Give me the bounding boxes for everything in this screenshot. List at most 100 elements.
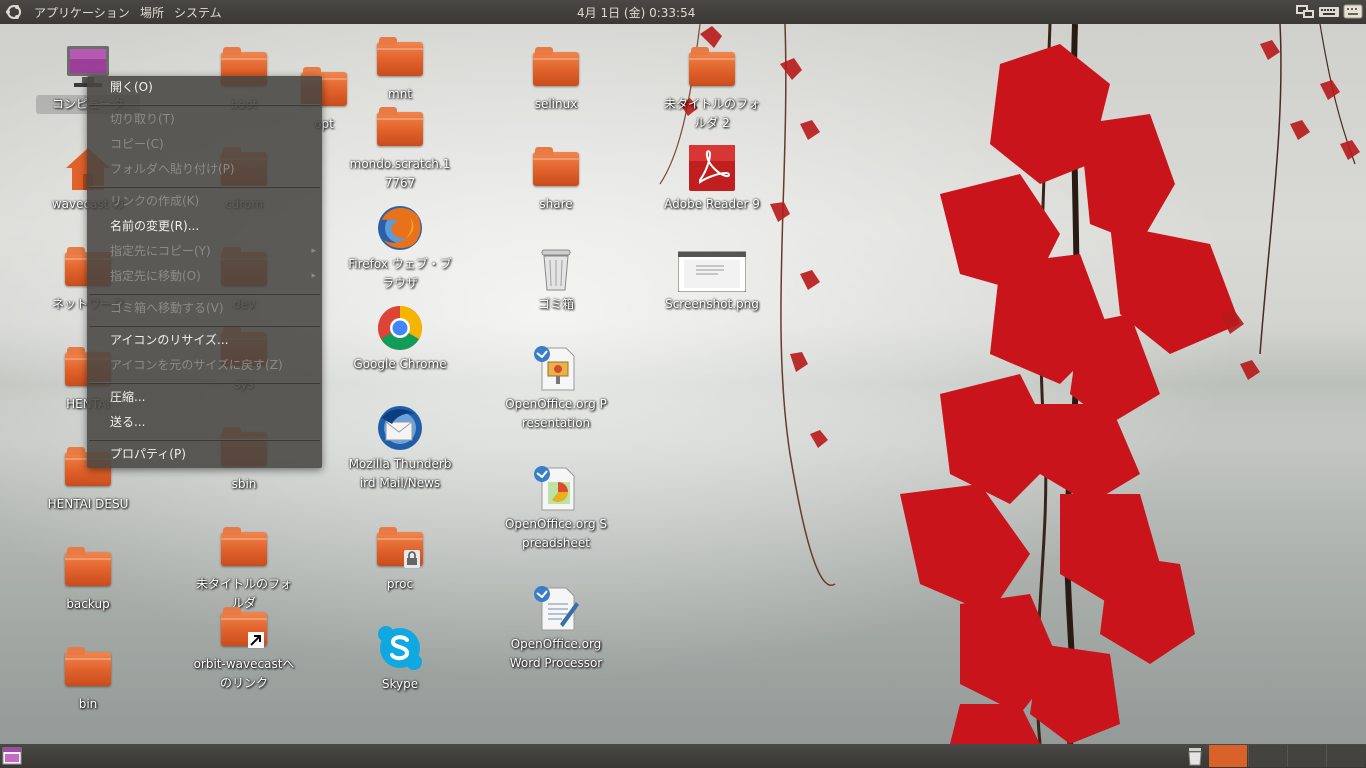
icon-label: Firefox ウェブ・ブラウザ — [348, 257, 452, 290]
spreadsheet-document-icon — [534, 466, 575, 511]
icon-label: backup — [66, 597, 110, 611]
desktop-icon-backup[interactable]: backup — [36, 544, 140, 614]
icon-label: share — [539, 197, 573, 211]
desktop-icon-proc[interactable]: proc — [348, 524, 452, 594]
menu-item-restore-icon-size[interactable]: アイコンを元のサイズに戻す(Z) — [87, 354, 322, 376]
desktop-icon-thunderbird[interactable]: Mozilla Thunderbird Mail/News — [348, 404, 452, 493]
icon-label: Adobe Reader 9 — [664, 197, 760, 211]
desktop-icon-orbit-link[interactable]: orbit-wavecastへのリンク — [192, 604, 296, 693]
menu-places[interactable]: 場所 — [140, 4, 164, 21]
menu-item-rename[interactable]: 名前の変更(R)... — [87, 215, 322, 237]
thunderbird-icon — [378, 406, 422, 450]
desktop-icon-oo-presentation[interactable]: OpenOffice.org Presentation — [504, 344, 608, 433]
folder-icon — [377, 107, 423, 146]
icon-label: selinux — [534, 97, 578, 111]
text-document-icon — [534, 586, 579, 631]
submenu-arrow-icon: ▸ — [311, 246, 316, 256]
icon-label: proc — [386, 577, 414, 591]
keyboard-icon[interactable] — [1319, 3, 1339, 20]
icon-label: sbin — [231, 477, 257, 491]
context-menu: 開く(O) 切り取り(T) コピー(C) フォルダへ貼り付け(P) リンクの作成… — [87, 76, 322, 468]
workspace-1[interactable] — [1209, 745, 1247, 767]
workspace-2[interactable] — [1248, 745, 1287, 767]
menu-item-copy-to[interactable]: 指定先にコピー(Y) ▸ — [87, 240, 322, 262]
desktop-icon-share[interactable]: share — [504, 144, 608, 214]
menu-item-move-to-trash[interactable]: ゴミ箱へ移動する(V) — [87, 297, 322, 319]
folder-icon — [689, 47, 735, 86]
menu-separator — [89, 325, 320, 327]
show-desktop-icon[interactable] — [2, 746, 22, 766]
skype-icon — [378, 626, 422, 670]
icon-label: mondo.scratch.17767 — [349, 157, 451, 190]
desktop-icon-trash[interactable]: ゴミ箱 — [504, 244, 608, 314]
desktop-icon-oo-word[interactable]: OpenOffice.org Word Processor — [504, 584, 608, 673]
input-method-icon[interactable] — [1343, 3, 1363, 20]
menu-applications[interactable]: アプリケーション — [34, 4, 130, 21]
link-arrow-icon — [248, 632, 264, 648]
desktop-icon-oo-spreadsheet[interactable]: OpenOffice.org Spreadsheet — [504, 464, 608, 553]
submenu-arrow-icon: ▸ — [311, 271, 316, 281]
folder-icon — [65, 547, 111, 586]
chrome-icon — [378, 306, 422, 350]
workspace-3[interactable] — [1287, 745, 1326, 767]
firefox-icon — [378, 206, 422, 250]
folder-icon — [65, 647, 111, 686]
desktop-icon-google-chrome[interactable]: Google Chrome — [348, 304, 452, 374]
desktop-icon-firefox[interactable]: Firefox ウェブ・ブラウザ — [348, 204, 452, 293]
menu-item-open[interactable]: 開く(O) — [87, 76, 322, 98]
icon-label: ゴミ箱 — [537, 297, 574, 311]
menu-item-copy[interactable]: コピー(C) — [87, 133, 322, 155]
icon-label: Google Chrome — [353, 357, 447, 371]
icon-label: HENTAI DESU — [47, 497, 129, 511]
menu-item-resize-icon[interactable]: アイコンのリサイズ... — [87, 329, 322, 351]
menu-item-make-link[interactable]: リンクの作成(K) — [87, 190, 322, 212]
folder-icon — [221, 527, 267, 566]
desktop-icon-bin[interactable]: bin — [36, 644, 140, 714]
icon-label: OpenOffice.org Presentation — [505, 397, 607, 430]
icon-label: OpenOffice.org Spreadsheet — [504, 517, 607, 550]
menu-separator — [89, 186, 320, 188]
bottom-panel — [0, 744, 1366, 768]
icon-label: bin — [78, 697, 98, 711]
icon-label: Screenshot.png — [665, 297, 759, 311]
menu-item-move-to[interactable]: 指定先に移動(O) ▸ — [87, 265, 322, 287]
menu-item-properties[interactable]: プロパティ(P) — [87, 443, 322, 465]
menu-separator — [89, 293, 320, 295]
lock-icon — [404, 550, 420, 568]
desktop-icon-adobe-reader[interactable]: Adobe Reader 9 — [660, 144, 764, 214]
top-panel: アプリケーション 場所 システム 4月 1日 (金) 0:33:54 — [0, 0, 1366, 24]
trash-applet-icon[interactable] — [1185, 746, 1205, 766]
adobe-reader-icon — [689, 145, 735, 191]
desktop-icon-skype[interactable]: Skype — [348, 624, 452, 694]
desktop-icon-selinux[interactable]: selinux — [504, 44, 608, 114]
trash-icon — [541, 249, 571, 291]
presentation-document-icon — [534, 346, 575, 391]
folder-icon — [533, 47, 579, 86]
desktop-icon-untitled-folder[interactable]: 未タイトルのフォルダ — [192, 524, 296, 613]
menu-separator — [89, 382, 320, 384]
clock[interactable]: 4月 1日 (金) 0:33:54 — [577, 4, 695, 21]
menu-item-label: 指定先にコピー(Y) — [110, 244, 211, 258]
icon-label: 未タイトルのフォルダ 2 — [663, 97, 760, 130]
menu-separator — [89, 104, 320, 106]
folder-icon — [533, 147, 579, 186]
menu-item-send-to[interactable]: 送る... — [87, 411, 322, 433]
icon-label: orbit-wavecastへのリンク — [193, 657, 295, 690]
network-icon[interactable] — [1295, 3, 1315, 20]
image-thumbnail-icon — [677, 251, 747, 293]
menu-item-cut[interactable]: 切り取り(T) — [87, 108, 322, 130]
icon-label: OpenOffice.org Word Processor — [509, 637, 603, 670]
folder-icon — [377, 37, 423, 76]
workspace-4[interactable] — [1326, 745, 1365, 767]
menu-item-compress[interactable]: 圧縮... — [87, 386, 322, 408]
desktop-icon-untitled-folder-2[interactable]: 未タイトルのフォルダ 2 — [660, 44, 764, 133]
menu-system[interactable]: システム — [174, 4, 222, 21]
icon-label: Skype — [381, 677, 419, 691]
desktop-icon-mondo-scratch[interactable]: mondo.scratch.17767 — [348, 104, 452, 193]
menu-item-paste-into-folder[interactable]: フォルダへ貼り付け(P) — [87, 158, 322, 180]
ubuntu-logo-icon[interactable] — [5, 3, 23, 21]
icon-label: Mozilla Thunderbird Mail/News — [348, 457, 452, 490]
desktop-icon-screenshot[interactable]: Screenshot.png — [660, 244, 764, 314]
desktop-icon-mnt[interactable]: mnt — [348, 34, 452, 104]
menu-separator — [89, 439, 320, 441]
